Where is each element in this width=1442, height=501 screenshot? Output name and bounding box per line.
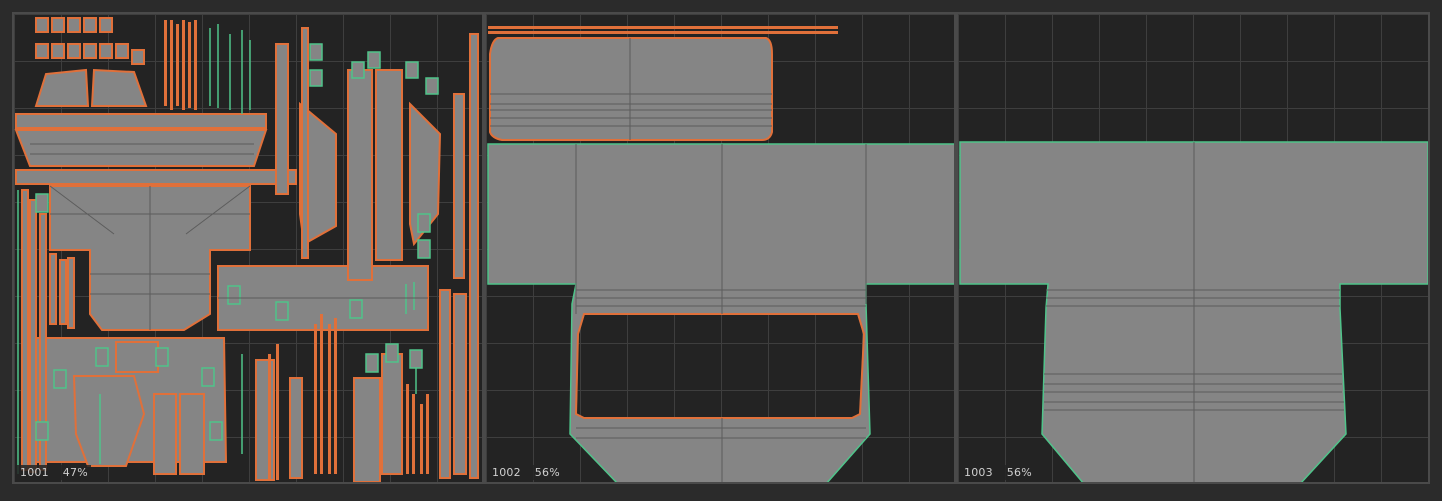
coverage-percent: 56%	[1006, 466, 1032, 479]
udim-tile-1001[interactable]: 1001 47%	[12, 12, 484, 484]
udim-number: 1001	[20, 466, 49, 479]
udim-tile-1002[interactable]: 1002 56%	[484, 12, 956, 484]
coverage-percent: 47%	[62, 466, 88, 479]
udim-number: 1002	[492, 466, 521, 479]
tile-info-1002: 1002 56%	[489, 465, 563, 480]
tile-info-1003: 1003 56%	[961, 465, 1035, 480]
udim-number: 1003	[964, 466, 993, 479]
tile-info-1001: 1001 47%	[17, 465, 91, 480]
uv-editor-viewport[interactable]: 1001 47% 1002 56% 1003 56%	[0, 0, 1442, 501]
coverage-percent: 56%	[534, 466, 560, 479]
uv-islands-1001	[14, 17, 479, 482]
uv-islands-1002	[487, 26, 954, 482]
udim-tile-1003[interactable]: 1003 56%	[956, 12, 1430, 484]
uv-islands-1003	[959, 141, 1428, 482]
island-top-panel	[489, 37, 773, 141]
